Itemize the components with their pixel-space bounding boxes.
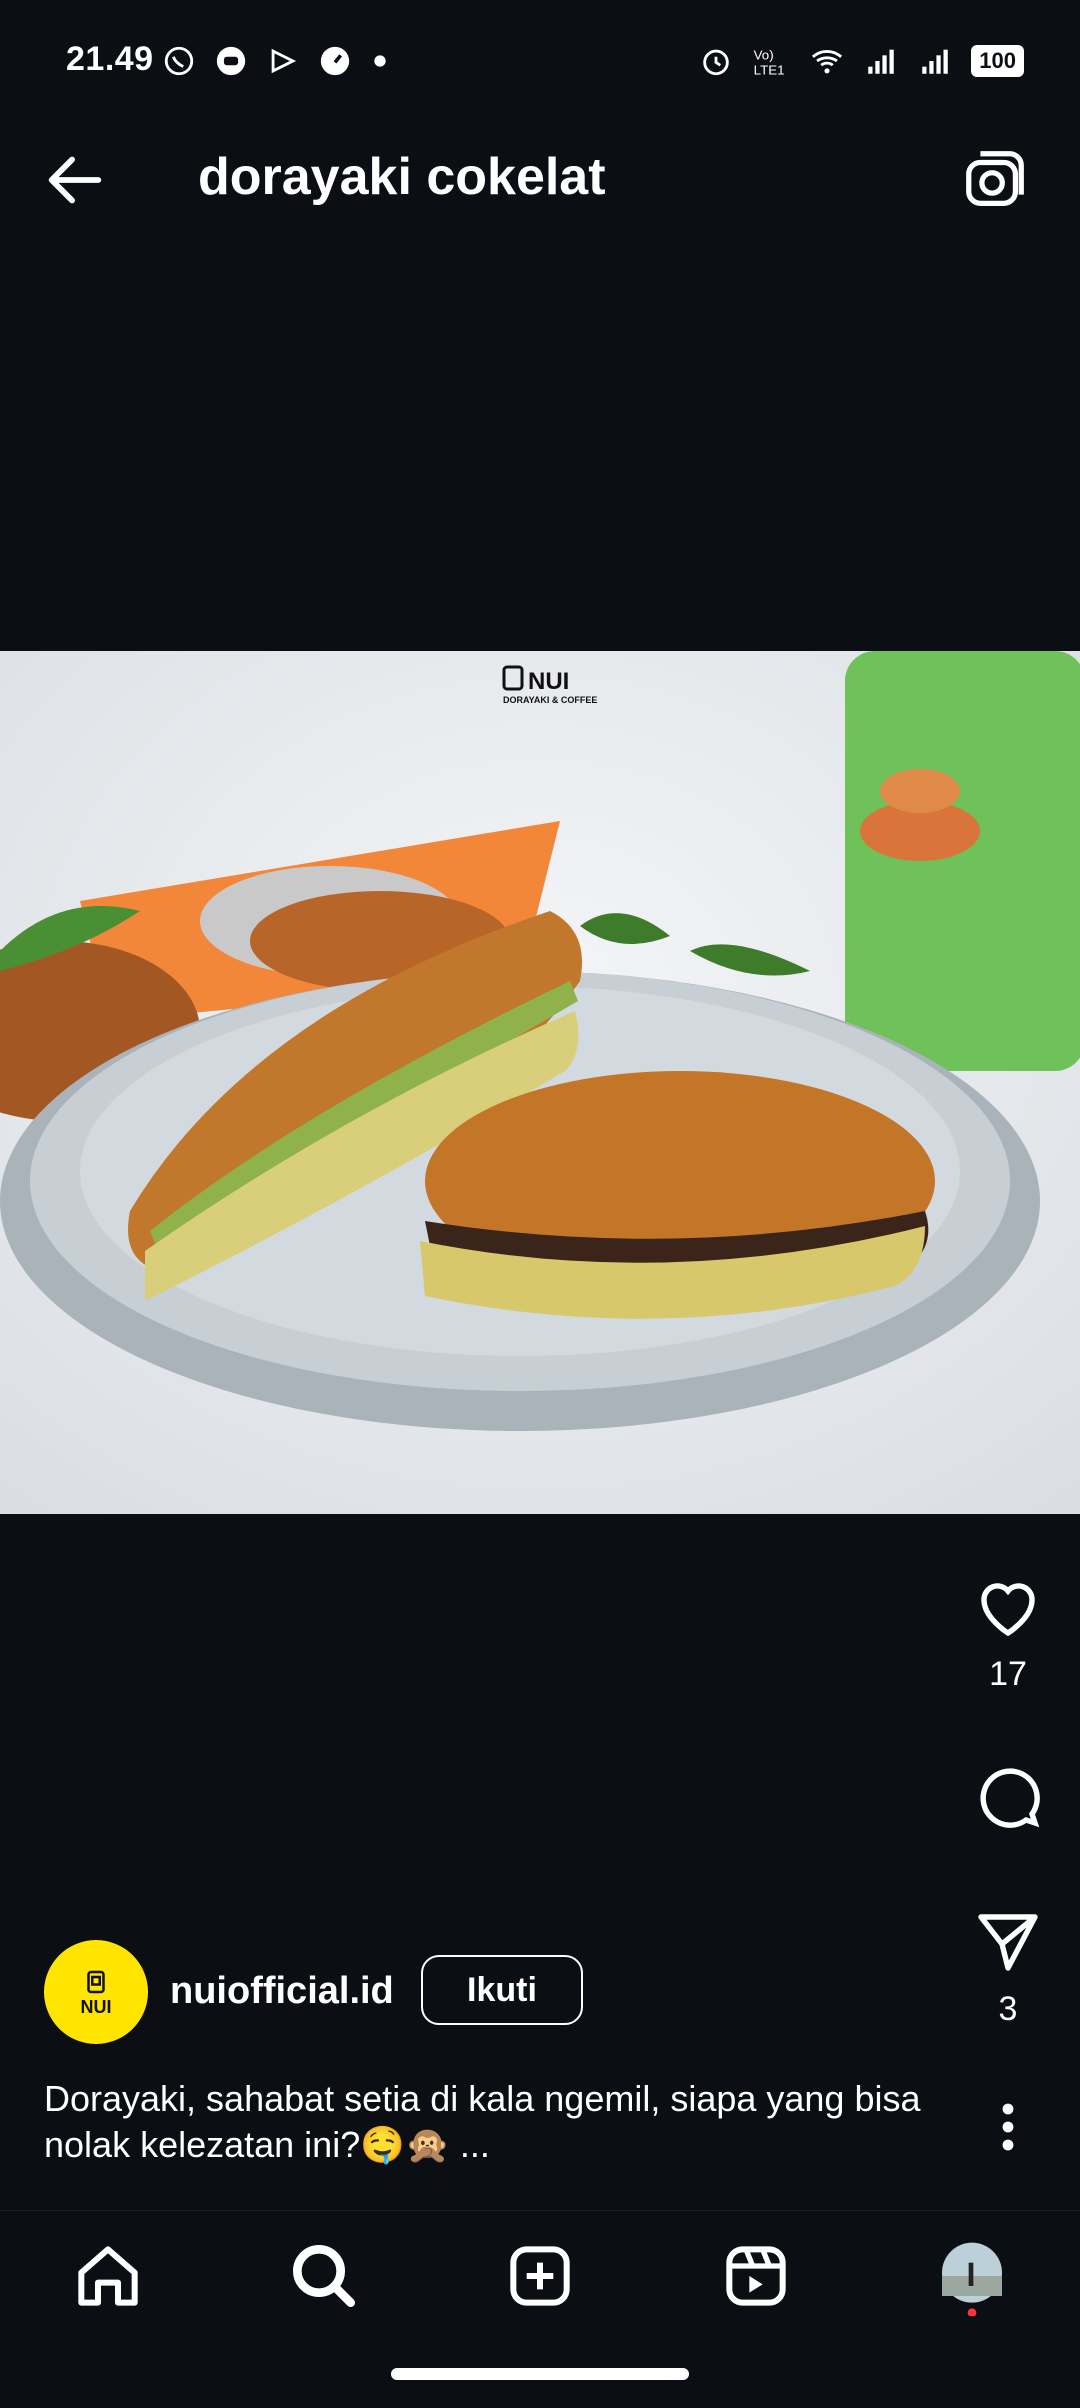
wifi-icon — [812, 50, 843, 74]
camera-icon — [966, 151, 1024, 206]
nav-reels[interactable] — [716, 2236, 796, 2316]
create-icon — [510, 2246, 570, 2306]
signal-icon — [868, 49, 895, 74]
nav-profile[interactable] — [932, 2236, 1012, 2317]
status-right-icons: Vo) LTE1 100 — [699, 44, 1024, 78]
profile-avatar — [942, 2242, 1002, 2317]
share-action[interactable]: 3 — [972, 1905, 1044, 2029]
post-image[interactable]: NUI DORAYAKI & COFFEE — [0, 651, 1080, 1514]
battery-indicator: 100 — [971, 45, 1024, 77]
status-bar: 21.49 Vo) LTE1 100 — [0, 0, 1080, 100]
cup-logo-icon — [87, 1970, 105, 1993]
camera-button[interactable] — [960, 145, 1030, 215]
comment-icon — [980, 1768, 1040, 1828]
avatar-text: NUI — [80, 1996, 112, 2017]
comment-action[interactable] — [972, 1760, 1044, 1837]
home-icon — [78, 2246, 138, 2306]
search-icon — [293, 2245, 355, 2307]
post-caption[interactable]: Dorayaki, sahabat setia di kala ngemil, … — [44, 2076, 924, 2168]
follow-button[interactable]: Ikuti — [421, 1955, 583, 2025]
dorayaki-photo: NUI DORAYAKI & COFFEE — [0, 651, 1080, 1514]
send-icon — [978, 1914, 1038, 1971]
author-avatar[interactable]: NUI — [44, 1940, 148, 2044]
reels-icon — [726, 2246, 786, 2306]
brand-name: NUI — [528, 668, 569, 695]
nav-home[interactable] — [68, 2236, 148, 2316]
svg-text:Vo): Vo) — [754, 48, 774, 63]
svg-text:LTE1: LTE1 — [754, 62, 785, 77]
back-button[interactable] — [40, 145, 110, 215]
alarm-icon — [703, 49, 730, 76]
play-icon — [271, 48, 297, 74]
volte-icon: Vo)LTE1 — [754, 48, 785, 78]
arrow-left-icon — [48, 156, 102, 204]
status-left-icons — [162, 44, 390, 78]
more-options-button[interactable] — [972, 2100, 1044, 2159]
brand-tagline: DORAYAKI & COFFEE — [503, 695, 597, 705]
nav-search[interactable] — [284, 2236, 364, 2316]
chat-icon — [216, 46, 246, 76]
more-vertical-icon — [1002, 2103, 1014, 2151]
status-time: 21.49 — [66, 40, 154, 78]
heart-icon — [981, 1583, 1035, 1637]
page-title: dorayaki cokelat — [198, 148, 606, 206]
share-count: 3 — [998, 1990, 1018, 2028]
nav-create[interactable] — [500, 2236, 580, 2316]
whatsapp-icon — [164, 46, 194, 76]
speedometer-icon — [320, 46, 350, 76]
signal-icon-2 — [922, 49, 949, 74]
like-count: 17 — [989, 1655, 1027, 1693]
bottom-nav — [0, 2210, 1080, 2341]
home-indicator — [391, 2368, 689, 2380]
dot-icon — [374, 55, 386, 67]
author-username[interactable]: nuiofficial.id — [170, 1970, 394, 2013]
like-action[interactable]: 17 — [972, 1570, 1044, 1694]
